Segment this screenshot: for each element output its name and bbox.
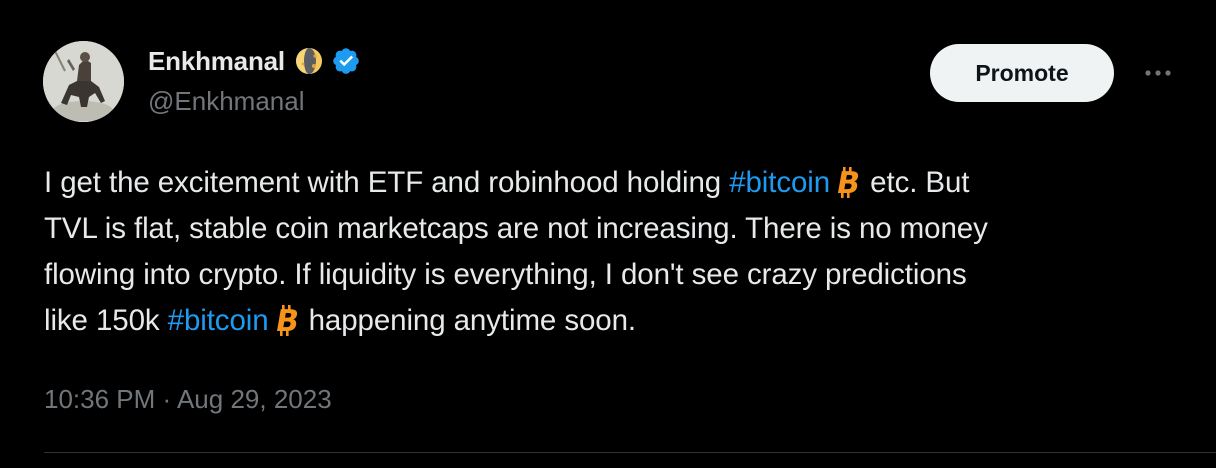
promote-button[interactable]: Promote <box>930 44 1114 102</box>
tweet-line: flowing into crypto. If liquidity is eve… <box>44 258 967 291</box>
tweet-text: I get the excitement with ETF and robinh… <box>44 160 1184 344</box>
hashtag-link[interactable]: #bitcoin <box>168 304 269 337</box>
verified-badge-icon[interactable] <box>331 46 361 76</box>
moon-emoji-icon <box>293 45 325 77</box>
hashtag-link[interactable]: #bitcoin <box>729 166 830 199</box>
tweet-time-link[interactable]: 10:36 PM · Aug 29, 2023 <box>44 384 332 414</box>
avatar-image <box>43 41 124 122</box>
tweet-line: like 150k #bitcoin B happening anytime so… <box>44 304 636 339</box>
bitcoin-icon: B <box>834 166 863 201</box>
more-options-button[interactable] <box>1140 58 1176 88</box>
divider <box>44 452 1216 453</box>
author-name-row: Enkhmanal <box>148 44 361 78</box>
bitcoin-icon: B <box>272 304 301 339</box>
tweet-line: I get the excitement with ETF and robinh… <box>44 166 970 201</box>
tweet-timestamp: 10:36 PM · Aug 29, 2023 <box>44 384 332 415</box>
author-handle[interactable]: @Enkhmanal <box>148 86 304 117</box>
tweet-card: Enkhmanal @Enkhmanal Promote I get the e… <box>0 0 1216 468</box>
display-name[interactable]: Enkhmanal <box>148 46 285 77</box>
more-options-icon <box>1145 70 1171 76</box>
tweet-line: TVL is flat, stable coin marketcaps are … <box>44 212 988 245</box>
avatar[interactable] <box>43 41 124 122</box>
